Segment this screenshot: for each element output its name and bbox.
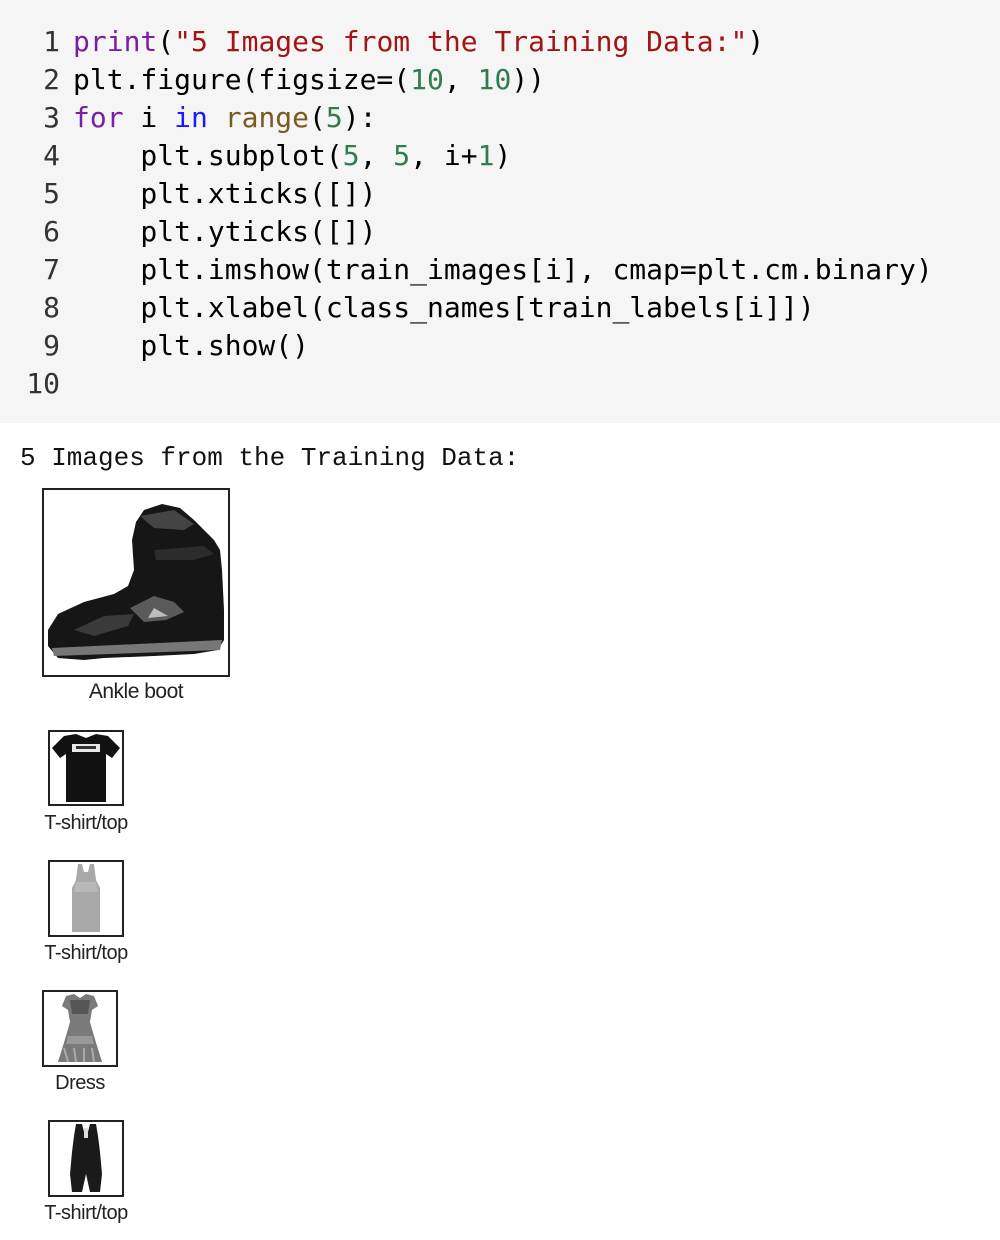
code-line[interactable]: 8 plt.xlabel(class_names[train_labels[i]… — [0, 289, 1000, 327]
code-text: print("5 Images from the Training Data:"… — [73, 25, 765, 58]
code-text: plt.figure(figsize=(10, 10)) — [73, 63, 546, 96]
subplot-2-label: T-shirt/top — [44, 812, 128, 834]
code-line[interactable]: 6 plt.yticks([]) — [0, 213, 1000, 251]
tshirt-image — [52, 734, 120, 802]
subplot-1 — [42, 488, 230, 677]
tank-top-image — [72, 864, 100, 932]
subplot-2 — [48, 730, 124, 806]
code-line[interactable]: 2 plt.figure(figsize=(10, 10)) — [0, 61, 1000, 99]
code-line[interactable]: 1 print("5 Images from the Training Data:… — [0, 23, 1000, 61]
romper-image — [70, 1124, 102, 1192]
code-text: plt.yticks([]) — [73, 215, 377, 248]
subplot-4 — [42, 990, 118, 1067]
subplot-5-label: T-shirt/top — [44, 1202, 128, 1224]
line-number: 3 — [43, 101, 60, 134]
line-number: 4 — [43, 139, 60, 172]
code-line[interactable]: 10 — [0, 365, 1000, 403]
code-line[interactable]: 9 plt.show() — [0, 327, 1000, 365]
code-text: plt.subplot(5, 5, i+1) — [73, 139, 512, 172]
line-number: 2 — [43, 63, 60, 96]
subplot-5 — [48, 1120, 124, 1197]
ankle-boot-image — [48, 504, 224, 660]
line-number: 6 — [43, 215, 60, 248]
subplot-3-label: T-shirt/top — [44, 942, 128, 964]
line-number: 10 — [26, 367, 60, 400]
subplot-3 — [48, 860, 124, 937]
code-line[interactable]: 3 for i in range(5): — [0, 99, 1000, 137]
dress-image — [58, 994, 102, 1063]
code-cell[interactable]: 1 print("5 Images from the Training Data:… — [0, 0, 1000, 423]
code-line[interactable]: 7 plt.imshow(train_images[i], cmap=plt.c… — [0, 251, 1000, 289]
subplot-1-label: Ankle boot — [88, 680, 184, 703]
code-text: plt.show() — [73, 329, 310, 362]
line-number: 7 — [43, 253, 60, 286]
line-number: 5 — [43, 177, 60, 210]
code-text: plt.xticks([]) — [73, 177, 377, 210]
code-text: plt.imshow(train_images[i], cmap=plt.cm.… — [73, 253, 933, 286]
line-number: 9 — [43, 329, 60, 362]
subplot-4-label: Dress — [55, 1072, 105, 1094]
code-text: for i in range(5): — [73, 101, 377, 134]
line-number: 1 — [43, 25, 60, 58]
code-line[interactable]: 5 plt.xticks([]) — [0, 175, 1000, 213]
line-number: 8 — [43, 291, 60, 324]
output-print-text: 5 Images from the Training Data: — [20, 443, 520, 473]
code-text: plt.xlabel(class_names[train_labels[i]]) — [73, 291, 815, 324]
code-line[interactable]: 4 plt.subplot(5, 5, i+1) — [0, 137, 1000, 175]
